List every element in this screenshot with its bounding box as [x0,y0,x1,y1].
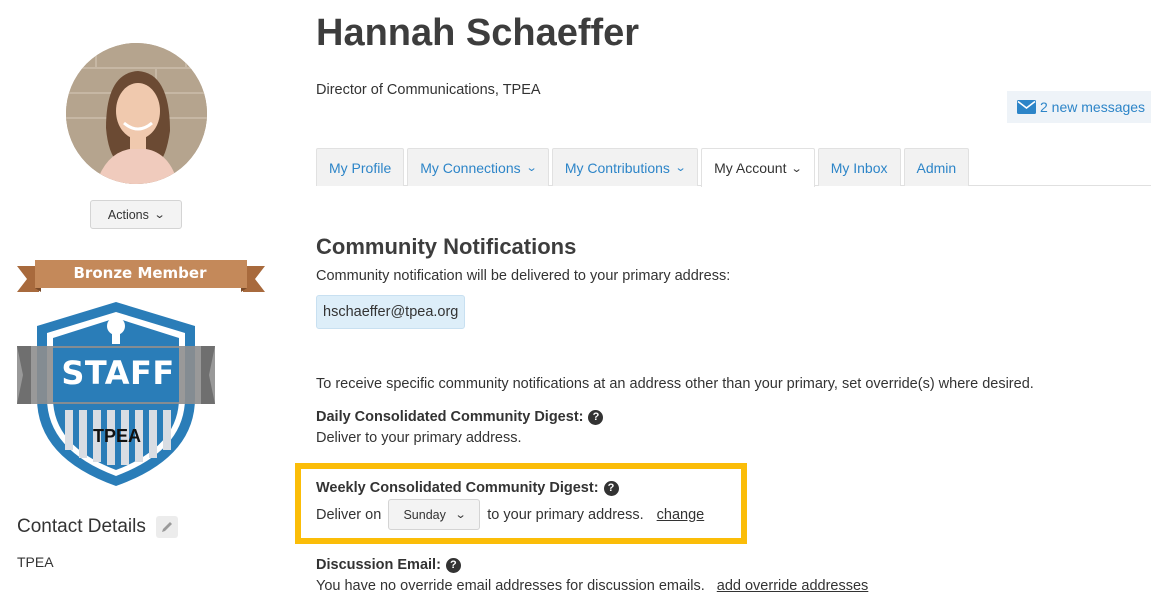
new-messages-label: 2 new messages [1040,99,1146,115]
daily-digest-block: Daily Consolidated Community Digest: ? D… [316,409,604,446]
tab-label: Admin [916,159,957,176]
tab-my-account[interactable]: My Account ⌄ [701,148,815,187]
tab-my-profile[interactable]: My Profile [316,148,405,186]
chevron-down-icon: ⌄ [153,209,166,221]
profile-tabs: My Profile My Connections ⌄ My Contribut… [316,148,970,187]
member-level: Bronze Member [73,264,207,282]
badge-org: TPEA [92,426,141,446]
tab-my-connections[interactable]: My Connections ⌄ [407,148,549,186]
discussion-email-text: You have no override email addresses for… [316,578,705,594]
actions-dropdown[interactable]: Actions ⌄ [90,200,182,229]
tab-my-contributions[interactable]: My Contributions ⌄ [551,148,699,186]
tab-label: My Profile [329,159,392,176]
daily-digest-label: Daily Consolidated Community Digest: [316,409,584,425]
pencil-icon[interactable] [155,516,178,538]
tab-label: My Account [714,160,787,176]
weekly-digest-heading: Weekly Consolidated Community Digest: ? [316,480,704,496]
actions-label: Actions [107,207,149,222]
chevron-down-icon: ⌄ [525,162,538,174]
chevron-down-icon: ⌄ [791,162,804,175]
chevron-down-icon: ⌄ [674,162,687,174]
profile-name: Hannah Schaeffer [316,12,640,54]
tab-label: My Connections [420,159,521,176]
override-note: To receive specific community notificati… [316,376,1034,392]
day-select-value: Sunday [403,507,446,522]
section-title: Community Notifications [316,234,577,259]
weekly-digest-row: Deliver on Sunday ⌄ to your primary addr… [316,499,704,530]
tab-label: My Contributions [564,159,670,176]
discussion-email-row: You have no override email addresses for… [316,578,868,594]
envelope-icon [1017,100,1036,114]
change-link[interactable]: change [657,507,705,523]
new-messages-link[interactable]: 2 new messages [1007,91,1151,123]
profile-avatar [66,43,207,184]
daily-digest-heading: Daily Consolidated Community Digest: ? [316,409,604,425]
section-description: Community notification will be delivered… [316,268,731,284]
contact-details-heading: Contact Details [17,516,178,538]
staff-badge-icon [17,302,215,486]
primary-email: hschaeffer@tpea.org [316,295,466,329]
add-override-link[interactable]: add override addresses [717,578,869,594]
tab-label: My Inbox [830,159,888,176]
weekly-digest-block: Weekly Consolidated Community Digest: ? … [316,480,704,530]
profile-job-title: Director of Communications, TPEA [316,82,541,98]
discussion-email-label: Discussion Email: [316,557,441,573]
contact-org: TPEA [17,554,54,570]
tab-my-inbox[interactable]: My Inbox [817,148,901,186]
contact-details-label: Contact Details [17,516,146,537]
daily-digest-text: Deliver to your primary address. [316,430,522,446]
discussion-email-block: Discussion Email: ? You have no override… [316,557,868,594]
weekly-digest-label: Weekly Consolidated Community Digest: [316,480,599,496]
help-icon[interactable]: ? [588,409,604,425]
help-icon[interactable]: ? [603,480,619,496]
deliver-on-label: Deliver on [316,506,382,523]
weekly-suffix: to your primary address. [487,506,644,523]
badge-text: STAFF [61,354,175,392]
day-select[interactable]: Sunday ⌄ [388,499,481,530]
tab-admin[interactable]: Admin [903,148,970,186]
chevron-down-icon: ⌄ [454,509,467,521]
help-icon[interactable]: ? [445,557,461,573]
discussion-email-heading: Discussion Email: ? [316,557,868,573]
